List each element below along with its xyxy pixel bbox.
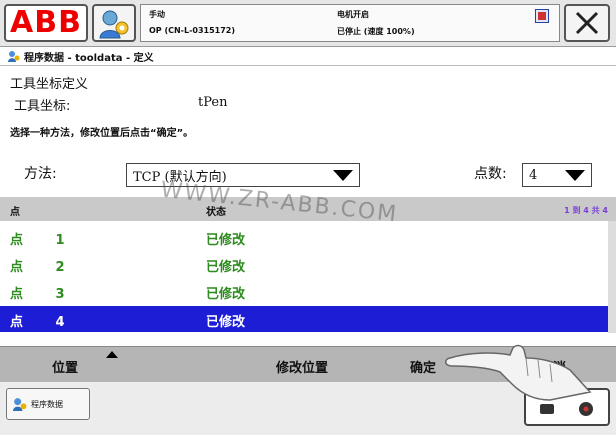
breadcrumb: 程序数据 - tooldata - 定义	[0, 47, 616, 66]
position-menu-button[interactable]: 位置	[52, 357, 78, 376]
status-run: 已停止 (速度 100%)	[337, 27, 415, 36]
user-icon[interactable]	[92, 4, 136, 42]
program-data-icon	[13, 398, 27, 411]
abb-menu-button[interactable]: ABB	[4, 4, 88, 42]
method-select[interactable]: TCP (默认方向)	[126, 163, 360, 187]
row-point: 点 1	[10, 233, 79, 248]
page-title: 工具坐标定义	[10, 77, 89, 92]
column-header-point: 点	[10, 207, 20, 218]
top-bar: ABB 手动 OP (CN-L-0315172) 电机开启 已停止 (速度 10…	[0, 0, 616, 47]
row-point: 点 4	[10, 315, 79, 330]
row-status: 已修改	[206, 315, 246, 330]
chevron-down-icon	[565, 169, 585, 181]
count-select[interactable]: 4	[522, 163, 592, 187]
status-motor: 电机开启	[337, 10, 369, 19]
program-data-icon	[8, 51, 20, 62]
close-icon	[575, 11, 599, 35]
row-status: 已修改	[206, 260, 246, 275]
pointing-hand-icon	[445, 344, 592, 401]
table-scrollbar[interactable]	[608, 221, 616, 333]
method-label: 方法:	[24, 166, 57, 182]
count-label: 点数:	[474, 166, 507, 182]
task-program-data[interactable]: 程序数据	[6, 388, 90, 420]
method-select-value: TCP (默认方向)	[133, 169, 227, 185]
status-controller: OP (CN-L-0315172)	[149, 26, 236, 35]
table-row[interactable]: 点 3 已修改	[0, 278, 608, 304]
table-pager: 1 到 4 共 4	[564, 206, 608, 215]
status-mode: 手动	[149, 10, 165, 19]
close-button[interactable]	[564, 4, 610, 42]
table-row[interactable]: 点 2 已修改	[0, 251, 608, 277]
count-select-value: 4	[529, 167, 538, 183]
status-bar[interactable]: 手动 OP (CN-L-0315172) 电机开启 已停止 (速度 100%)	[140, 4, 560, 42]
row-status: 已修改	[206, 233, 246, 248]
instruction-text: 选择一种方法，修改位置后点击“确定”。	[10, 128, 194, 139]
task-label: 程序数据	[31, 399, 63, 409]
row-point: 点 2	[10, 260, 79, 275]
flexpendant-screen: ABB 手动 OP (CN-L-0315172) 电机开启 已停止 (速度 10…	[0, 0, 616, 435]
event-log-icon	[535, 9, 549, 23]
chevron-down-icon	[333, 169, 353, 181]
tool-label: 工具坐标:	[14, 99, 71, 114]
modify-position-button[interactable]: 修改位置	[276, 357, 328, 376]
column-header-status: 状态	[206, 207, 226, 218]
table-header: 点 状态 1 到 4 共 4	[0, 197, 616, 221]
row-status: 已修改	[206, 287, 246, 302]
tool-value: tPen	[198, 95, 228, 110]
menu-up-icon	[106, 351, 118, 358]
breadcrumb-text: 程序数据 - tooldata - 定义	[24, 52, 154, 64]
ok-button[interactable]: 确定	[410, 357, 436, 376]
row-point: 点 3	[10, 287, 79, 302]
table-row[interactable]: 点 1 已修改	[0, 224, 608, 250]
abb-logo-text: ABB	[10, 5, 82, 40]
